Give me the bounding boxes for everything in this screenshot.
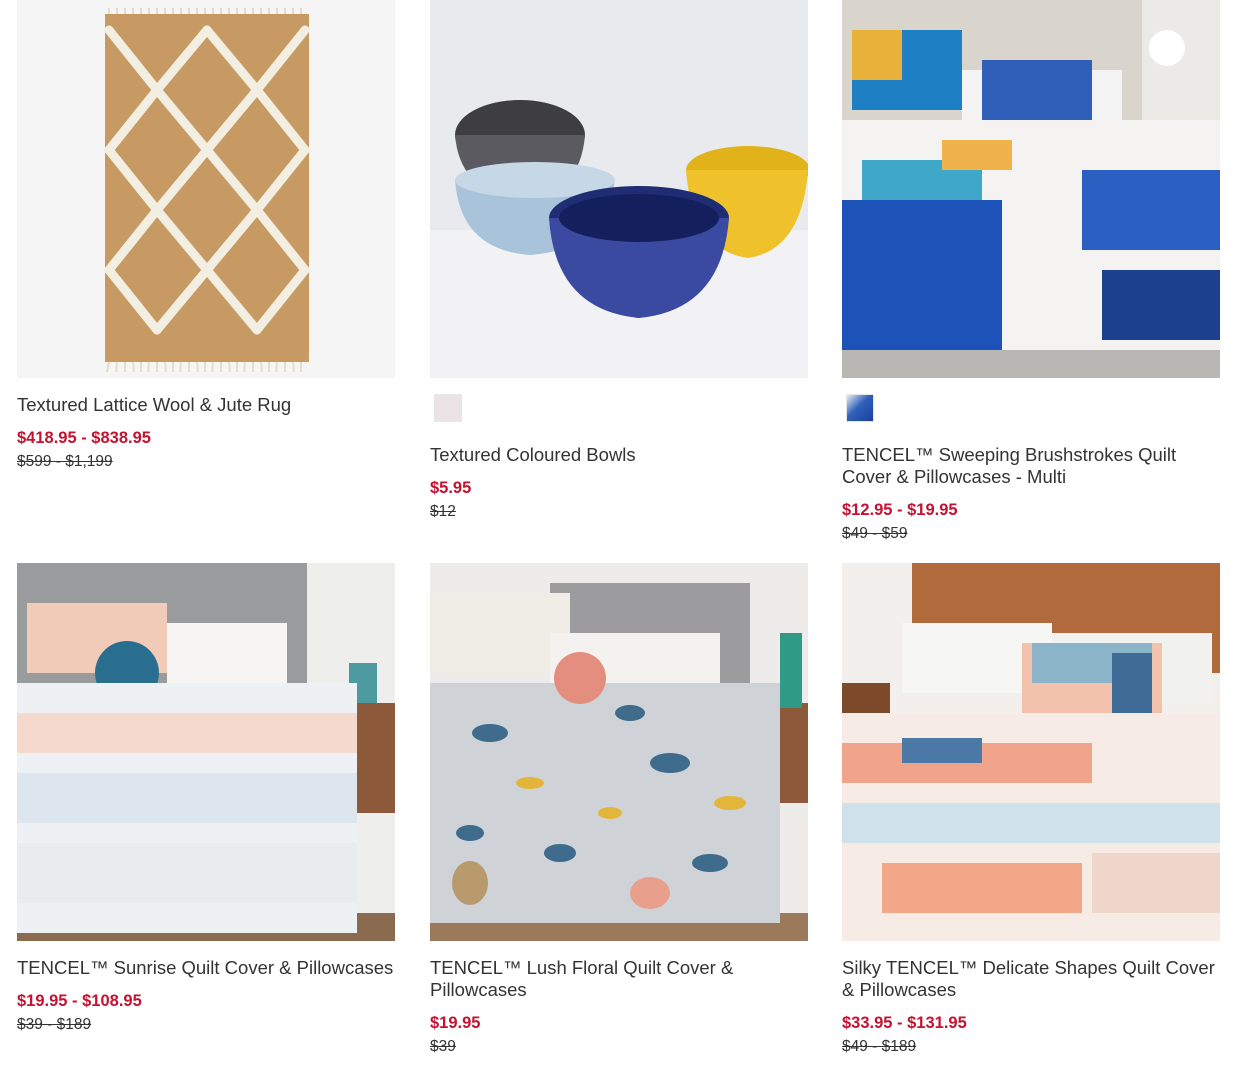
original-price: $49 - $59 bbox=[842, 525, 908, 542]
product-image[interactable] bbox=[17, 563, 395, 941]
brushstrokes-bedding-image bbox=[842, 0, 1220, 378]
original-price: $12 bbox=[430, 503, 456, 520]
product-title[interactable]: Silky TENCEL™ Delicate Shapes Quilt Cove… bbox=[842, 957, 1220, 1001]
product-image[interactable] bbox=[842, 563, 1220, 941]
color-swatches bbox=[846, 394, 874, 422]
bowls-image bbox=[430, 0, 808, 378]
color-swatch[interactable] bbox=[846, 394, 874, 422]
original-price: $49 - $189 bbox=[842, 1038, 917, 1055]
delicate-shapes-bedding-image bbox=[842, 563, 1220, 941]
product-title[interactable]: Textured Lattice Wool & Jute Rug bbox=[17, 394, 395, 416]
product-image[interactable] bbox=[430, 563, 808, 941]
rug-image bbox=[17, 0, 395, 378]
color-swatch[interactable] bbox=[434, 394, 462, 422]
sale-price: $418.95 - $838.95 bbox=[17, 429, 151, 447]
sale-price: $19.95 - $108.95 bbox=[17, 992, 142, 1010]
sale-price: $19.95 bbox=[430, 1014, 481, 1032]
product-image[interactable] bbox=[17, 0, 395, 378]
original-price: $39 - $189 bbox=[17, 1016, 92, 1033]
product-image[interactable] bbox=[842, 0, 1220, 378]
color-swatches bbox=[434, 394, 462, 422]
floral-bedding-image bbox=[430, 563, 808, 941]
sale-price: $5.95 bbox=[430, 479, 472, 497]
product-image[interactable] bbox=[430, 0, 808, 378]
original-price: $599 - $1,199 bbox=[17, 453, 113, 470]
sale-price: $33.95 - $131.95 bbox=[842, 1014, 967, 1032]
sale-price: $12.95 - $19.95 bbox=[842, 501, 958, 519]
original-price: $39 bbox=[430, 1038, 456, 1055]
product-title[interactable]: TENCEL™ Lush Floral Quilt Cover & Pillow… bbox=[430, 957, 808, 1001]
product-title[interactable]: Textured Coloured Bowls bbox=[430, 444, 808, 466]
sunrise-bedding-image bbox=[17, 563, 395, 941]
product-title[interactable]: TENCEL™ Sunrise Quilt Cover & Pillowcase… bbox=[17, 957, 395, 979]
product-title[interactable]: TENCEL™ Sweeping Brushstrokes Quilt Cove… bbox=[842, 444, 1220, 488]
